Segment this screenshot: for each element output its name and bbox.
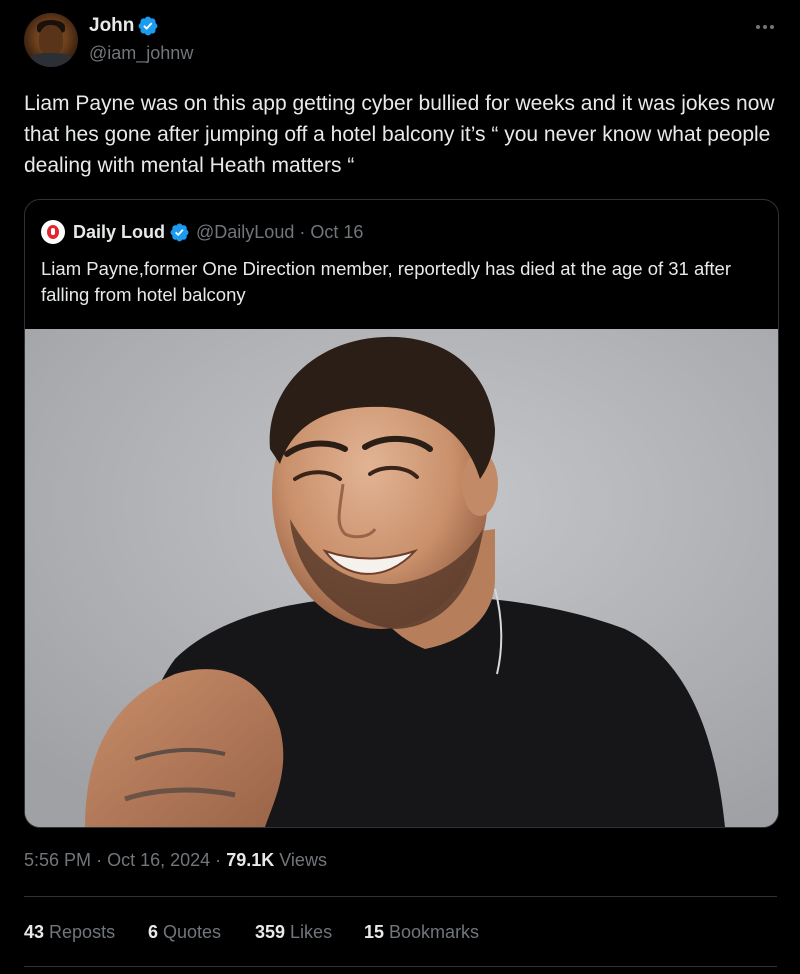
- quoted-separator: ·: [299, 222, 306, 242]
- quoted-tweet-header: Daily Loud @DailyLoud · Oct 16: [41, 220, 363, 244]
- author-handle[interactable]: @iam_johnw: [89, 42, 193, 64]
- likes-stat[interactable]: 359 Likes: [255, 920, 332, 944]
- meta-separator: ·: [215, 850, 222, 870]
- bookmarks-count: 15: [364, 922, 385, 942]
- meta-separator: ·: [96, 850, 103, 870]
- quoted-tweet-text: Liam Payne,former One Direction member, …: [41, 258, 732, 305]
- likes-label: Likes: [290, 922, 333, 942]
- tweet-meta: 5:56 PM · Oct 16, 2024 · 79.1K Views: [24, 848, 327, 872]
- quoted-author-avatar[interactable]: [41, 220, 65, 244]
- quoted-date[interactable]: Oct 16: [310, 221, 363, 243]
- author-name-row[interactable]: John: [89, 14, 159, 38]
- tweet-text: Liam Payne was on this app getting cyber…: [24, 92, 775, 177]
- reposts-label: Reposts: [49, 922, 116, 942]
- bookmarks-label: Bookmarks: [389, 922, 480, 942]
- portrait-photo-icon: [25, 329, 778, 827]
- quoted-tweet-card[interactable]: Daily Loud @DailyLoud · Oct 16 Liam Payn…: [24, 199, 779, 828]
- verified-badge-icon: [138, 16, 158, 36]
- tweet-date[interactable]: Oct 16, 2024: [107, 850, 210, 870]
- tweet-time[interactable]: 5:56 PM: [24, 850, 91, 870]
- tweet: John @iam_johnw Liam Payne was on this a…: [0, 0, 800, 974]
- likes-count: 359: [255, 922, 286, 942]
- quotes-stat[interactable]: 6 Quotes: [148, 920, 221, 944]
- reposts-count: 43: [24, 922, 45, 942]
- author-display-name[interactable]: John: [89, 15, 134, 36]
- views-label: Views: [279, 850, 327, 870]
- reposts-stat[interactable]: 43 Reposts: [24, 920, 115, 944]
- divider: [24, 896, 777, 897]
- more-options-icon[interactable]: [752, 14, 778, 40]
- quoted-author-name[interactable]: Daily Loud: [73, 221, 165, 243]
- quoted-tweet-photo[interactable]: [25, 329, 778, 827]
- quotes-label: Quotes: [163, 922, 222, 942]
- bookmarks-stat[interactable]: 15 Bookmarks: [364, 920, 479, 944]
- divider: [24, 966, 777, 967]
- views-count: 79.1K: [226, 850, 275, 870]
- quoted-author-handle[interactable]: @DailyLoud: [196, 221, 294, 243]
- quoted-verified-badge-icon: [170, 223, 189, 241]
- author-avatar[interactable]: [24, 13, 78, 67]
- quotes-count: 6: [148, 922, 159, 942]
